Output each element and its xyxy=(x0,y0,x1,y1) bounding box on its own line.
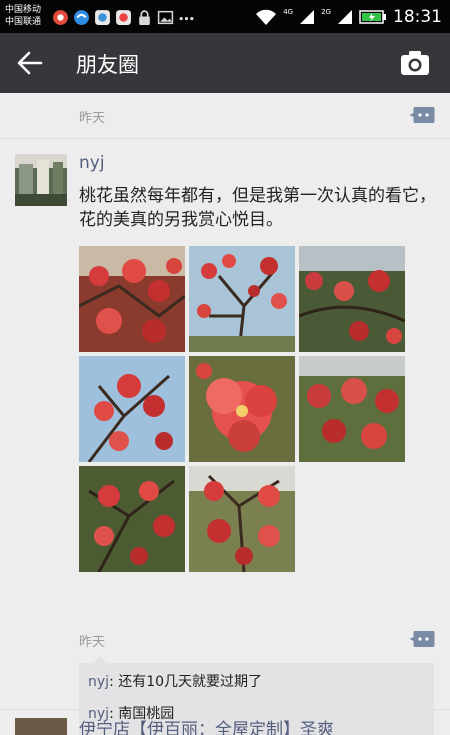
status-bar: 中国移动 中国联通 4G 2G 18:31 xyxy=(0,0,450,33)
system-status: 4G 2G 18:31 xyxy=(255,7,442,27)
post-text: 桃花虽然每年都有，但是我第一次认真的看它，花的美真的另我赏心悦目。 xyxy=(79,186,436,230)
signal-icon xyxy=(300,10,315,24)
network-type-2: 2G xyxy=(321,8,331,16)
weather-notification-icon xyxy=(95,9,110,25)
moment-post: nyj 桃花虽然每年都有，但是我第一次认真的看它，花的美真的另我赏心悦目。 昨天… xyxy=(0,140,450,735)
next-post: 伊宁店【伊百丽：全屋定制】圣爽 xyxy=(0,712,450,735)
photo-6[interactable] xyxy=(299,356,405,462)
page-title: 朋友圈 xyxy=(76,53,139,77)
photo-8[interactable] xyxy=(189,466,295,572)
moments-screen: 中国移动 中国联通 4G 2G 18:31 朋友圈 昨天 nyj 桃花虽然每年都… xyxy=(0,0,450,735)
photo-7[interactable] xyxy=(79,466,185,572)
avatar[interactable] xyxy=(15,718,67,735)
signal-icon-2 xyxy=(338,10,352,24)
post-time: 昨天 xyxy=(79,635,106,650)
comment-icon[interactable] xyxy=(409,630,435,648)
notification-icons xyxy=(52,8,195,26)
post-time: 昨天 xyxy=(79,111,106,126)
comment-item[interactable]: nyj: 还有10几天就要过期了 xyxy=(88,671,262,691)
nav-bar: 朋友圈 xyxy=(0,33,450,93)
comment-separator: : xyxy=(109,674,119,690)
carrier-1: 中国移动 xyxy=(5,5,42,15)
battery-icon xyxy=(359,10,386,24)
photo-2[interactable] xyxy=(189,246,295,352)
camera-icon[interactable] xyxy=(400,49,430,77)
previous-post-footer: 昨天 xyxy=(0,93,450,139)
moments-feed[interactable]: 昨天 nyj 桃花虽然每年都有，但是我第一次认真的看它，花的美真的另我赏心悦目。 xyxy=(0,93,450,735)
browser-notification-icon xyxy=(74,9,89,25)
avatar[interactable] xyxy=(15,154,67,206)
photo-5[interactable] xyxy=(189,356,295,462)
app-notification-icon xyxy=(53,9,68,25)
post-author[interactable]: nyj xyxy=(79,153,105,173)
photo-1[interactable] xyxy=(79,246,185,352)
clock: 18:31 xyxy=(393,7,442,27)
carrier-labels: 中国移动 中国联通 xyxy=(5,4,41,28)
comment-text: 还有10几天就要过期了 xyxy=(118,674,263,690)
next-post-author[interactable]: 伊宁店【伊百丽：全屋定制】圣爽 xyxy=(79,715,334,735)
carrier-2: 中国联通 xyxy=(5,17,42,27)
image-notification-icon xyxy=(157,10,174,24)
wifi-icon xyxy=(256,9,277,25)
comment-icon[interactable] xyxy=(409,106,435,124)
message-notification-icon xyxy=(116,9,131,25)
lock-icon xyxy=(139,9,150,25)
photo-4[interactable] xyxy=(79,356,185,462)
more-notifications-icon xyxy=(179,16,194,20)
network-type-1: 4G xyxy=(283,8,294,16)
back-arrow-icon[interactable] xyxy=(14,48,46,78)
photo-3[interactable] xyxy=(299,246,405,352)
comment-author[interactable]: nyj xyxy=(88,674,109,690)
